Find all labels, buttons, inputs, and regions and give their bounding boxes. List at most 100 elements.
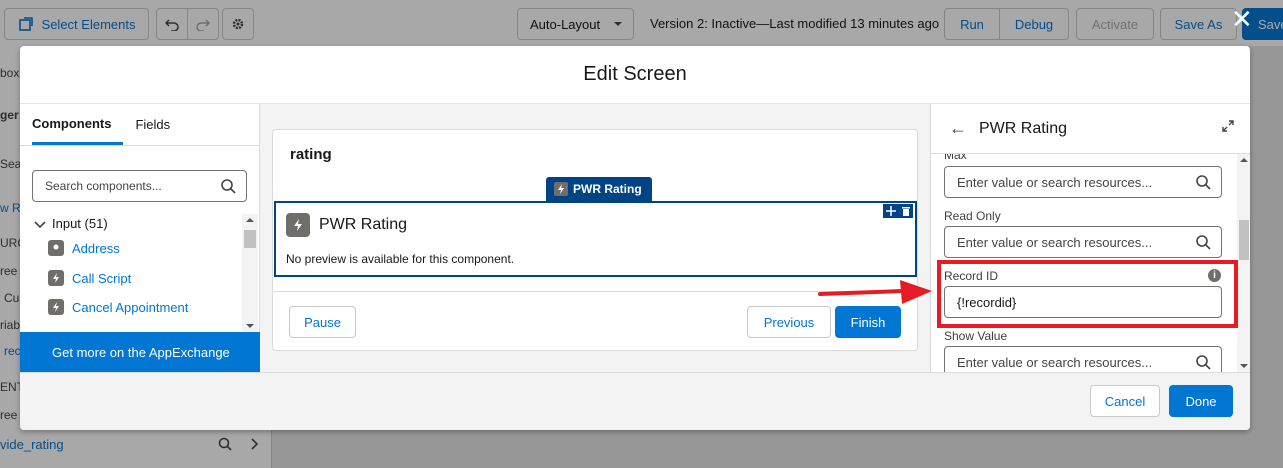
settings-button[interactable] [222, 8, 254, 40]
address-icon [48, 240, 64, 256]
properties-panel: ← PWR Rating Max Enter value or search r… [930, 104, 1250, 372]
component-tag: PWR Rating [546, 177, 652, 201]
show-value-input[interactable]: Enter value or search resources... [944, 346, 1222, 372]
component-tag-label: PWR Rating [573, 182, 642, 196]
chevron-right-icon [251, 438, 259, 450]
chevron-down-icon [34, 220, 46, 228]
screen-title: rating [290, 146, 332, 163]
sidebar-fragment: Cu [4, 291, 20, 305]
components-scrollbar[interactable] [242, 214, 258, 332]
chevron-down-icon [614, 22, 622, 26]
screen-card: rating PWR Rating PWR Rating No preview … [272, 129, 918, 351]
search-icon [218, 437, 232, 451]
previous-button[interactable]: Previous [747, 306, 831, 338]
activate-label: Activate [1091, 16, 1139, 32]
appexchange-label: Get more on the AppExchange [52, 344, 230, 360]
components-panel: Components Fields Search components... I… [20, 104, 260, 372]
show-value-label: Show Value [944, 329, 1008, 343]
auto-layout-select[interactable]: Auto-Layout [517, 8, 634, 40]
modal-title: Edit Screen [583, 63, 687, 85]
component-title: PWR Rating [319, 216, 408, 233]
pause-button[interactable]: Pause [289, 306, 356, 338]
scrollbar-thumb[interactable] [1239, 220, 1249, 260]
properties-header: ← PWR Rating [931, 104, 1250, 154]
activate-button[interactable]: Activate [1076, 8, 1154, 40]
back-arrow-icon[interactable]: ← [949, 118, 967, 139]
select-elements-icon [18, 17, 33, 31]
search-icon [1196, 355, 1211, 370]
sidebar-fragment: box [0, 66, 20, 80]
close-icon[interactable]: ✕ [1231, 6, 1253, 32]
run-label: Run [960, 16, 984, 32]
lightning-icon [554, 182, 568, 196]
tab-components[interactable]: Components [32, 104, 124, 145]
edit-screen-modal: Edit Screen Components Fields Search com… [20, 46, 1250, 430]
pause-label: Pause [304, 314, 341, 330]
save-as-button[interactable]: Save As [1160, 8, 1237, 40]
search-icon [1196, 175, 1211, 190]
redo-button[interactable] [187, 8, 219, 40]
background-flow-item[interactable]: vide_rating [0, 432, 272, 456]
search-placeholder: Search components... [45, 179, 162, 193]
redo-icon [196, 19, 210, 31]
scrollbar-thumb[interactable] [244, 230, 256, 248]
annotation-arrow-icon [818, 280, 932, 304]
search-components-input[interactable]: Search components... [32, 170, 247, 202]
component-cancel-appointment[interactable]: Cancel Appointment [48, 299, 188, 315]
pwr-rating-component[interactable]: PWR Rating No preview is available for t… [274, 201, 917, 277]
run-button[interactable]: Run [944, 8, 1000, 40]
gear-icon [232, 18, 244, 30]
expand-icon[interactable] [1222, 120, 1234, 132]
flow-item-label: vide_rating [0, 436, 64, 452]
finish-label: Finish [850, 314, 886, 330]
finish-button[interactable]: Finish [835, 306, 901, 338]
cancel-button[interactable]: Cancel [1090, 385, 1160, 417]
max-input[interactable]: Enter value or search resources... [944, 166, 1222, 198]
scroll-down-icon [246, 324, 254, 328]
properties-scrollbar[interactable] [1237, 154, 1250, 372]
sidebar-fragment: ree [0, 408, 18, 422]
read-only-input[interactable]: Enter value or search resources... [944, 226, 1222, 258]
move-icon[interactable] [885, 206, 896, 216]
cancel-label: Cancel [1104, 393, 1146, 409]
lightning-icon [48, 299, 64, 315]
read-only-label: Read Only [944, 209, 1001, 223]
tab-components-label: Components [32, 115, 112, 131]
component-label: Call Script [72, 270, 132, 286]
lightning-icon [48, 270, 64, 286]
save-label: Save [1258, 16, 1283, 32]
save-as-label: Save As [1174, 16, 1223, 32]
tab-fields-label: Fields [135, 117, 171, 132]
done-button[interactable]: Done [1169, 385, 1233, 417]
delete-icon[interactable] [901, 206, 911, 216]
scroll-up-icon [246, 218, 254, 222]
component-label: Cancel Appointment [72, 299, 189, 315]
properties-title: PWR Rating [979, 119, 1068, 137]
record-id-highlight-box [937, 260, 1238, 328]
input-group-toggle[interactable]: Input (51) [34, 216, 108, 231]
component-address[interactable]: Address [48, 240, 120, 256]
search-icon [221, 179, 236, 194]
lightning-icon [286, 213, 310, 237]
builder-toolbar: Select Elements Auto-Layout Version 2: I… [0, 0, 1283, 46]
max-placeholder: Enter value or search resources... [957, 174, 1153, 190]
debug-button[interactable]: Debug [999, 8, 1069, 40]
auto-layout-label: Auto-Layout [530, 16, 601, 32]
done-label: Done [1185, 393, 1217, 409]
debug-label: Debug [1014, 16, 1054, 32]
scroll-down-icon [1240, 364, 1248, 368]
previous-label: Previous [763, 314, 815, 330]
sidebar-fragment: ger [0, 108, 19, 122]
undo-button[interactable] [156, 8, 188, 40]
search-icon [1196, 235, 1211, 250]
sidebar-fragment: rec [4, 344, 21, 358]
component-note: No preview is available for this compone… [286, 252, 515, 266]
appexchange-link[interactable]: Get more on the AppExchange [20, 332, 260, 372]
modal-body: Components Fields Search components... I… [20, 104, 1250, 372]
component-call-script[interactable]: Call Script [48, 270, 131, 286]
read-only-placeholder: Enter value or search resources... [957, 234, 1153, 250]
select-elements-button[interactable]: Select Elements [4, 8, 149, 40]
component-label: Address [72, 240, 120, 256]
modal-footer: Cancel Done [20, 372, 1250, 430]
tab-fields[interactable]: Fields [135, 104, 182, 145]
